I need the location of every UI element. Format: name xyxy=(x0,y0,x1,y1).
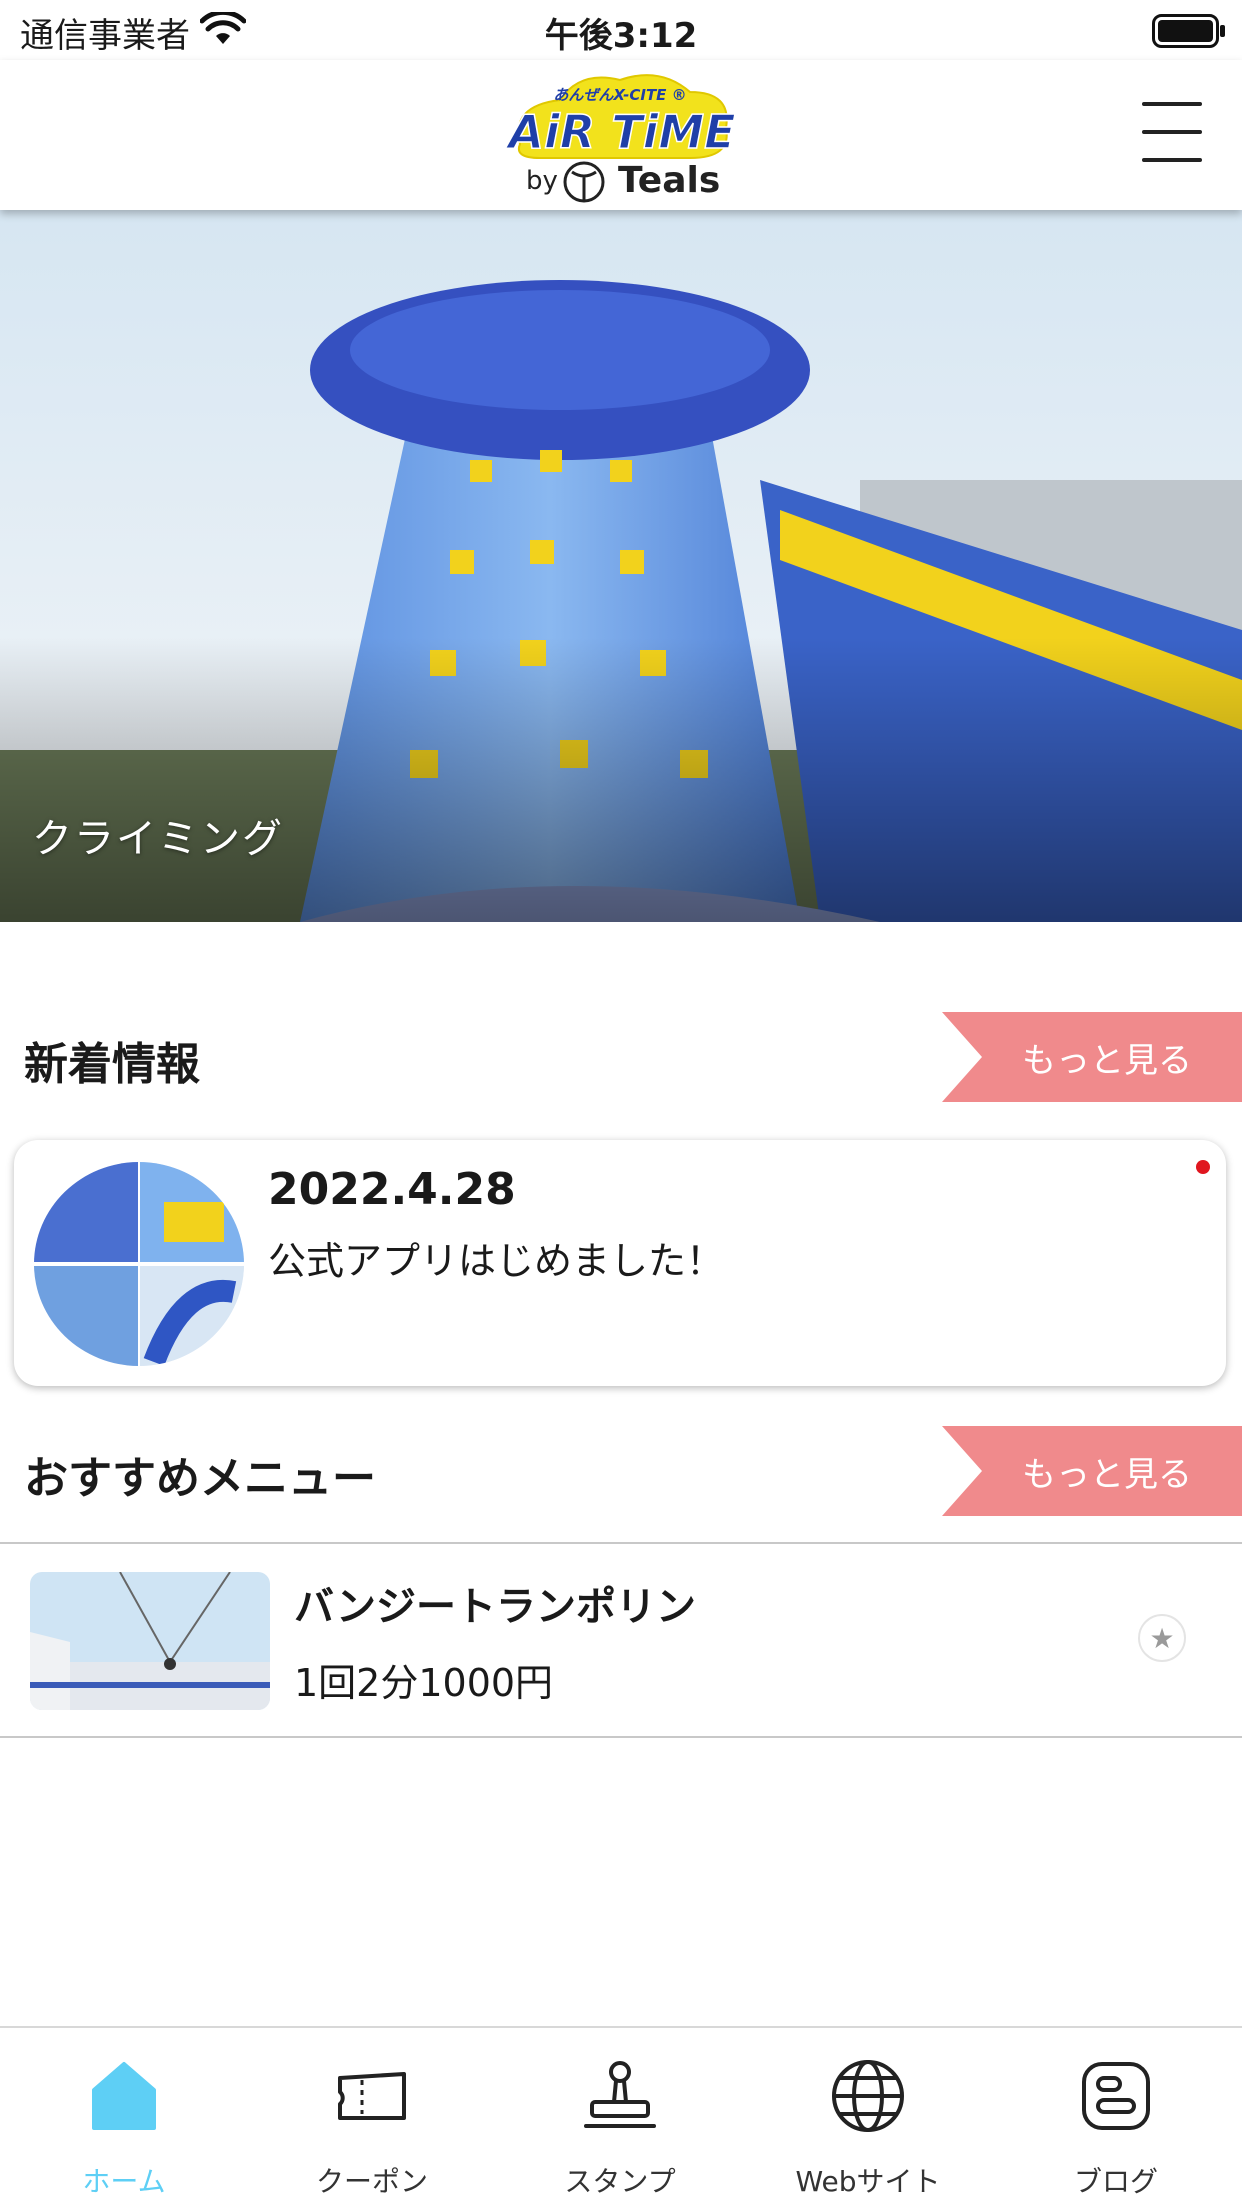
menu-line-icon xyxy=(1142,158,1202,162)
tab-blog[interactable]: ブログ xyxy=(992,2028,1240,2210)
home-icon xyxy=(92,2062,156,2130)
logo-brand: Teals xyxy=(618,160,721,201)
news-section-title: 新着情報 xyxy=(24,1039,200,1090)
hero-banner[interactable]: クライミング xyxy=(0,210,1242,922)
blog-icon xyxy=(1082,2062,1150,2130)
menu-list-item[interactable]: バンジートランポリン 1回2分1000円 ★ xyxy=(0,1542,1242,1738)
recommended-section-header: おすすめメニュー もっと見る xyxy=(0,1426,1242,1516)
news-title: 公式アプリはじめました！ xyxy=(268,1239,725,1283)
news-item[interactable]: 2022.4.28 公式アプリはじめました！ xyxy=(14,1140,1226,1386)
logo-tagline: あんぜんX-CITE ® xyxy=(553,86,686,104)
star-icon: ★ xyxy=(1149,1621,1175,1655)
tab-stamp[interactable]: スタンプ xyxy=(496,2028,744,2210)
hero-caption: クライミング xyxy=(32,816,284,862)
menu-line-icon xyxy=(1142,130,1202,134)
teals-emblem-icon xyxy=(563,161,605,203)
news-date: 2022.4.28 xyxy=(268,1164,516,1215)
globe-icon xyxy=(832,2060,904,2132)
status-time: 午後3:12 xyxy=(544,16,698,56)
tab-label: ブログ xyxy=(1073,2165,1158,2198)
tab-label: Webサイト xyxy=(795,2165,941,2198)
recommended-more-button[interactable]: もっと見る xyxy=(942,1426,1242,1516)
tab-website[interactable]: Webサイト xyxy=(744,2028,992,2210)
logo-mark: あんぜんX-CITE ® AiR TiME xyxy=(505,74,736,160)
menu-line-icon xyxy=(1142,102,1202,106)
news-more-button[interactable]: もっと見る xyxy=(942,1012,1242,1102)
favorite-star-button[interactable]: ★ xyxy=(1138,1614,1186,1662)
hamburger-menu-button[interactable] xyxy=(1142,102,1202,164)
stamp-icon xyxy=(584,2061,656,2128)
tab-label: スタンプ xyxy=(564,2165,676,2198)
tab-coupon[interactable]: クーポン xyxy=(248,2028,496,2210)
news-thumbnail xyxy=(34,1162,244,1366)
status-bar: 通信事業者 午後3:12 xyxy=(0,0,1242,60)
battery-icon xyxy=(1152,14,1225,48)
logo-by: by xyxy=(526,166,558,196)
tab-bar: ホーム クーポン スタンプ Webサイト ブログ xyxy=(0,2026,1242,2210)
app-header: あんぜんX-CITE ® AiR TiME by Teals xyxy=(0,60,1242,210)
menu-item-price: 1回2分1000円 xyxy=(294,1661,554,1705)
tab-home[interactable]: ホーム xyxy=(0,2028,248,2210)
logo-wordmark: AiR TiME xyxy=(505,105,735,159)
news-section-header: 新着情報 もっと見る xyxy=(0,1012,1242,1102)
menu-thumbnail xyxy=(30,1572,270,1710)
recommended-section-title: おすすめメニュー xyxy=(24,1453,376,1504)
menu-item-name: バンジートランポリン xyxy=(294,1584,696,1630)
tab-label: クーポン xyxy=(315,2165,428,2198)
ticket-icon xyxy=(338,2072,406,2120)
tab-label: ホーム xyxy=(82,2165,166,2198)
unread-indicator xyxy=(1196,1160,1210,1174)
